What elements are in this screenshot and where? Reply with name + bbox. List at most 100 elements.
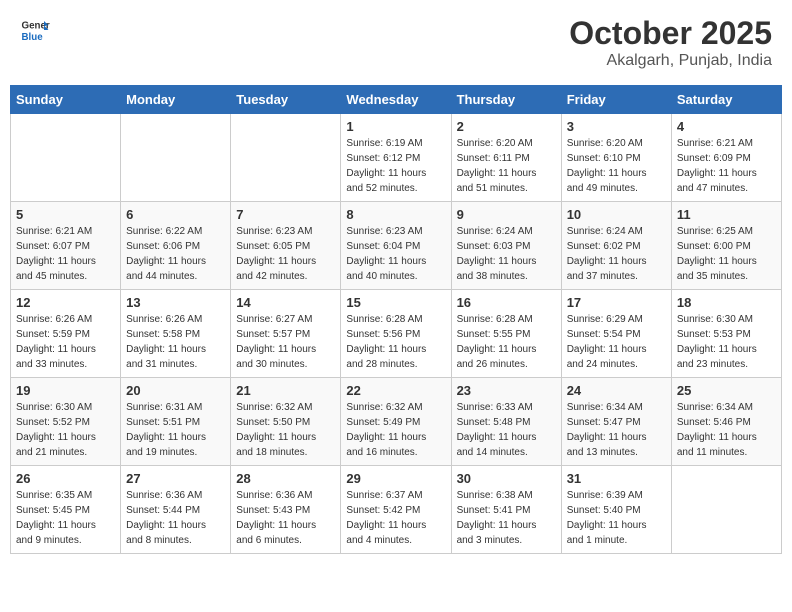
day-info: Sunrise: 6:29 AMSunset: 5:54 PMDaylight:… xyxy=(567,312,666,372)
calendar-cell: 19 Sunrise: 6:30 AMSunset: 5:52 PMDayligh… xyxy=(11,378,121,466)
week-row-2: 5 Sunrise: 6:21 AMSunset: 6:07 PMDaylight… xyxy=(11,202,782,290)
calendar-cell: 15 Sunrise: 6:28 AMSunset: 5:56 PMDayligh… xyxy=(341,290,451,378)
day-number: 17 xyxy=(567,295,666,310)
day-info: Sunrise: 6:31 AMSunset: 5:51 PMDaylight:… xyxy=(126,400,225,460)
calendar-cell: 7Sunrise: 6:23 AMSunset: 6:05 PMDaylight… xyxy=(231,202,341,290)
day-number: 6 xyxy=(126,207,225,222)
calendar-cell: 5 Sunrise: 6:21 AMSunset: 6:07 PMDaylight… xyxy=(11,202,121,290)
weekday-header-thursday: Thursday xyxy=(451,86,561,114)
calendar-cell: 9 Sunrise: 6:24 AMSunset: 6:03 PMDaylight… xyxy=(451,202,561,290)
day-number: 13 xyxy=(126,295,225,310)
calendar-cell: 18 Sunrise: 6:30 AMSunset: 5:53 PMDayligh… xyxy=(671,290,781,378)
calendar-cell: 6 Sunrise: 6:22 AMSunset: 6:06 PMDaylight… xyxy=(121,202,231,290)
calendar-cell: 23Sunrise: 6:33 AMSunset: 5:48 PMDayligh… xyxy=(451,378,561,466)
calendar-cell: 1 Sunrise: 6:19 AMSunset: 6:12 PMDaylight… xyxy=(341,114,451,202)
header: General Blue October 2025 Akalgarh, Punj… xyxy=(10,10,782,75)
day-info: Sunrise: 6:34 AMSunset: 5:47 PMDaylight:… xyxy=(567,400,666,460)
day-info: Sunrise: 6:28 AMSunset: 5:56 PMDaylight:… xyxy=(346,312,445,372)
day-number: 29 xyxy=(346,471,445,486)
day-info: Sunrise: 6:32 AMSunset: 5:50 PMDaylight:… xyxy=(236,400,335,460)
month-title: October 2025 xyxy=(569,15,772,52)
day-info: Sunrise: 6:35 AMSunset: 5:45 PMDaylight:… xyxy=(16,488,115,548)
day-info: Sunrise: 6:26 AMSunset: 5:59 PMDaylight:… xyxy=(16,312,115,372)
logo: General Blue xyxy=(20,15,50,45)
logo-icon: General Blue xyxy=(20,15,50,45)
day-number: 25 xyxy=(677,383,776,398)
day-number: 20 xyxy=(126,383,225,398)
day-info: Sunrise: 6:30 AMSunset: 5:53 PMDaylight:… xyxy=(677,312,776,372)
day-info: Sunrise: 6:20 AMSunset: 6:10 PMDaylight:… xyxy=(567,136,666,196)
day-number: 5 xyxy=(16,207,115,222)
day-info: Sunrise: 6:22 AMSunset: 6:06 PMDaylight:… xyxy=(126,224,225,284)
calendar-cell: 4Sunrise: 6:21 AMSunset: 6:09 PMDaylight… xyxy=(671,114,781,202)
day-number: 19 xyxy=(16,383,115,398)
calendar-cell: 31 Sunrise: 6:39 AMSunset: 5:40 PMDayligh… xyxy=(561,466,671,554)
weekday-header-row: SundayMondayTuesdayWednesdayThursdayFrid… xyxy=(11,86,782,114)
day-number: 7 xyxy=(236,207,335,222)
day-info: Sunrise: 6:30 AMSunset: 5:52 PMDaylight:… xyxy=(16,400,115,460)
day-info: Sunrise: 6:20 AMSunset: 6:11 PMDaylight:… xyxy=(457,136,556,196)
day-number: 9 xyxy=(457,207,556,222)
calendar-cell xyxy=(121,114,231,202)
day-info: Sunrise: 6:39 AMSunset: 5:40 PMDaylight:… xyxy=(567,488,666,548)
week-row-1: 1 Sunrise: 6:19 AMSunset: 6:12 PMDaylight… xyxy=(11,114,782,202)
day-number: 31 xyxy=(567,471,666,486)
day-info: Sunrise: 6:37 AMSunset: 5:42 PMDaylight:… xyxy=(346,488,445,548)
day-number: 14 xyxy=(236,295,335,310)
calendar-cell: 8 Sunrise: 6:23 AMSunset: 6:04 PMDaylight… xyxy=(341,202,451,290)
day-number: 1 xyxy=(346,119,445,134)
calendar-cell: 3 Sunrise: 6:20 AMSunset: 6:10 PMDaylight… xyxy=(561,114,671,202)
day-info: Sunrise: 6:24 AMSunset: 6:03 PMDaylight:… xyxy=(457,224,556,284)
calendar-cell xyxy=(671,466,781,554)
day-info: Sunrise: 6:23 AMSunset: 6:04 PMDaylight:… xyxy=(346,224,445,284)
calendar-cell: 2 Sunrise: 6:20 AMSunset: 6:11 PMDaylight… xyxy=(451,114,561,202)
weekday-header-sunday: Sunday xyxy=(11,86,121,114)
week-row-4: 19 Sunrise: 6:30 AMSunset: 5:52 PMDayligh… xyxy=(11,378,782,466)
weekday-header-saturday: Saturday xyxy=(671,86,781,114)
calendar-cell: 22Sunrise: 6:32 AMSunset: 5:49 PMDayligh… xyxy=(341,378,451,466)
day-number: 28 xyxy=(236,471,335,486)
calendar-cell: 28 Sunrise: 6:36 AMSunset: 5:43 PMDayligh… xyxy=(231,466,341,554)
svg-text:Blue: Blue xyxy=(22,32,44,43)
day-info: Sunrise: 6:26 AMSunset: 5:58 PMDaylight:… xyxy=(126,312,225,372)
calendar-cell xyxy=(231,114,341,202)
day-info: Sunrise: 6:24 AMSunset: 6:02 PMDaylight:… xyxy=(567,224,666,284)
day-number: 10 xyxy=(567,207,666,222)
day-info: Sunrise: 6:21 AMSunset: 6:07 PMDaylight:… xyxy=(16,224,115,284)
day-number: 18 xyxy=(677,295,776,310)
title-block: October 2025 Akalgarh, Punjab, India xyxy=(569,15,772,70)
calendar-cell: 17 Sunrise: 6:29 AMSunset: 5:54 PMDayligh… xyxy=(561,290,671,378)
location-title: Akalgarh, Punjab, India xyxy=(569,52,772,70)
weekday-header-friday: Friday xyxy=(561,86,671,114)
week-row-5: 26Sunrise: 6:35 AMSunset: 5:45 PMDayligh… xyxy=(11,466,782,554)
calendar-cell: 10 Sunrise: 6:24 AMSunset: 6:02 PMDayligh… xyxy=(561,202,671,290)
day-info: Sunrise: 6:25 AMSunset: 6:00 PMDaylight:… xyxy=(677,224,776,284)
calendar-cell: 20 Sunrise: 6:31 AMSunset: 5:51 PMDayligh… xyxy=(121,378,231,466)
day-info: Sunrise: 6:19 AMSunset: 6:12 PMDaylight:… xyxy=(346,136,445,196)
day-info: Sunrise: 6:27 AMSunset: 5:57 PMDaylight:… xyxy=(236,312,335,372)
calendar-cell: 11Sunrise: 6:25 AMSunset: 6:00 PMDayligh… xyxy=(671,202,781,290)
calendar-cell xyxy=(11,114,121,202)
weekday-header-wednesday: Wednesday xyxy=(341,86,451,114)
day-info: Sunrise: 6:21 AMSunset: 6:09 PMDaylight:… xyxy=(677,136,776,196)
calendar-cell: 13 Sunrise: 6:26 AMSunset: 5:58 PMDayligh… xyxy=(121,290,231,378)
day-info: Sunrise: 6:38 AMSunset: 5:41 PMDaylight:… xyxy=(457,488,556,548)
day-number: 15 xyxy=(346,295,445,310)
day-number: 16 xyxy=(457,295,556,310)
day-info: Sunrise: 6:28 AMSunset: 5:55 PMDaylight:… xyxy=(457,312,556,372)
day-number: 3 xyxy=(567,119,666,134)
day-info: Sunrise: 6:36 AMSunset: 5:43 PMDaylight:… xyxy=(236,488,335,548)
day-number: 24 xyxy=(567,383,666,398)
week-row-3: 12 Sunrise: 6:26 AMSunset: 5:59 PMDayligh… xyxy=(11,290,782,378)
day-number: 2 xyxy=(457,119,556,134)
day-number: 22 xyxy=(346,383,445,398)
day-number: 8 xyxy=(346,207,445,222)
calendar-cell: 30Sunrise: 6:38 AMSunset: 5:41 PMDayligh… xyxy=(451,466,561,554)
day-number: 27 xyxy=(126,471,225,486)
day-info: Sunrise: 6:34 AMSunset: 5:46 PMDaylight:… xyxy=(677,400,776,460)
day-number: 12 xyxy=(16,295,115,310)
calendar-cell: 29 Sunrise: 6:37 AMSunset: 5:42 PMDayligh… xyxy=(341,466,451,554)
calendar: SundayMondayTuesdayWednesdayThursdayFrid… xyxy=(10,85,782,554)
calendar-cell: 14 Sunrise: 6:27 AMSunset: 5:57 PMDayligh… xyxy=(231,290,341,378)
calendar-cell: 12 Sunrise: 6:26 AMSunset: 5:59 PMDayligh… xyxy=(11,290,121,378)
